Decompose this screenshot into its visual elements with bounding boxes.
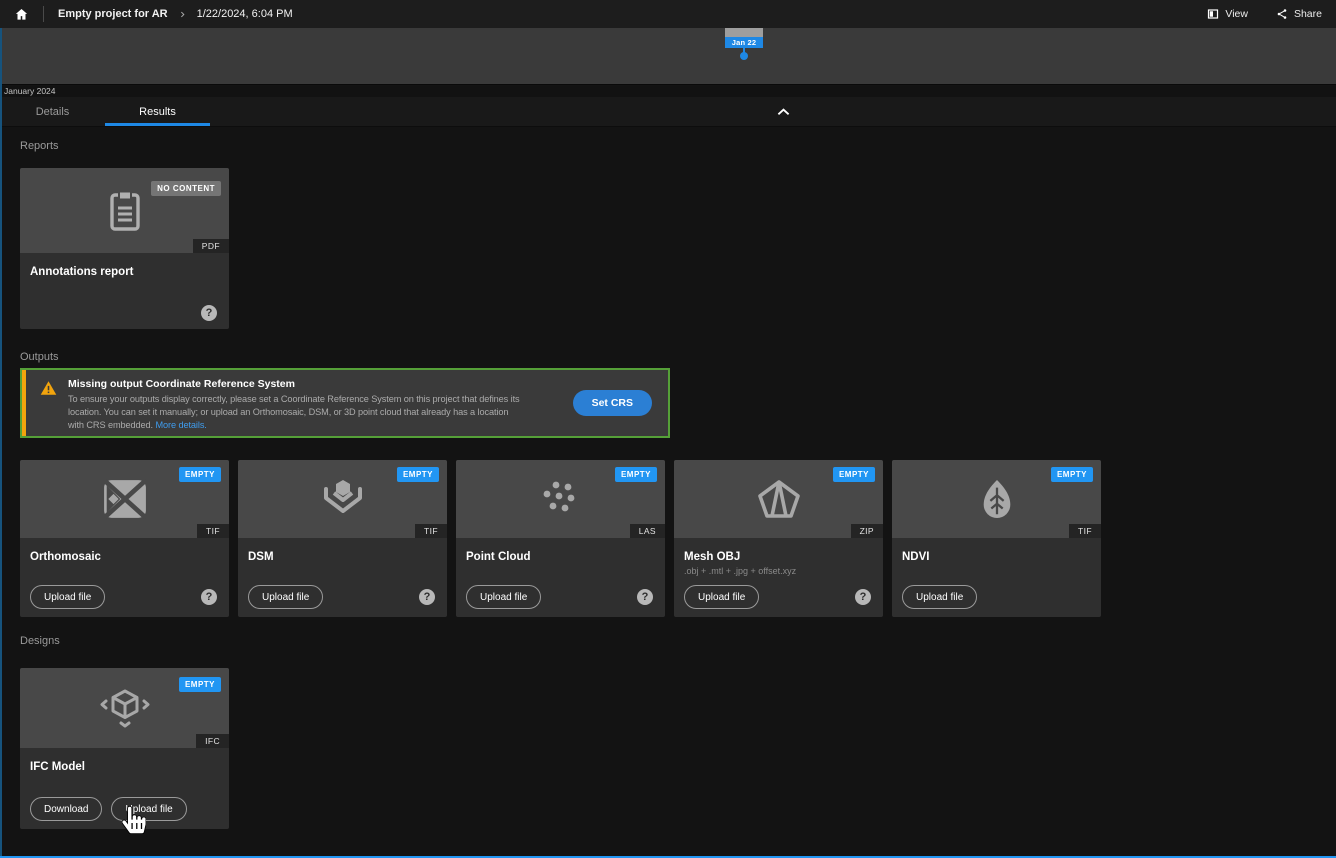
more-details-link[interactable]: More details.	[155, 420, 206, 430]
upload-file-button[interactable]: Upload file	[30, 585, 105, 609]
tab-details[interactable]: Details	[0, 97, 105, 126]
empty-badge: EMPTY	[179, 677, 221, 692]
no-content-badge: NO CONTENT	[151, 181, 221, 196]
tab-bar: Details Results	[0, 97, 1336, 127]
card-thumbnail: EMPTY TIF	[238, 460, 447, 538]
empty-badge: EMPTY	[615, 467, 657, 482]
breadcrumb: Empty project for AR 1/22/2024, 6:04 PM	[14, 6, 293, 22]
point-cloud-icon	[539, 479, 583, 519]
card-thumbnail: EMPTY TIF	[20, 460, 229, 538]
tab-results[interactable]: Results	[105, 97, 210, 126]
view-button[interactable]: View	[1207, 8, 1248, 20]
top-bar: Empty project for AR 1/22/2024, 6:04 PM …	[0, 0, 1336, 28]
divider	[43, 6, 44, 22]
upload-file-button[interactable]: Upload file	[684, 585, 759, 609]
card-title: Mesh OBJ	[684, 551, 873, 563]
chevron-up-icon	[777, 108, 790, 116]
card-thumbnail: EMPTY IFC	[20, 668, 229, 748]
flight-date-badge: Jan 22	[725, 37, 763, 48]
card-thumbnail: EMPTY ZIP	[674, 460, 883, 538]
breadcrumb-date[interactable]: 1/22/2024, 6:04 PM	[197, 8, 293, 20]
warning-text-line2: location. You can set it manually; or up…	[68, 406, 520, 419]
ifc-file-tag: IFC	[196, 734, 229, 748]
empty-badge: EMPTY	[397, 467, 439, 482]
upload-file-button[interactable]: Upload file	[111, 797, 186, 821]
collapse-panel-button[interactable]	[770, 102, 796, 122]
breadcrumb-project[interactable]: Empty project for AR	[58, 8, 168, 20]
help-icon[interactable]: ?	[637, 589, 653, 605]
section-designs-label: Designs	[20, 635, 60, 647]
empty-badge: EMPTY	[179, 467, 221, 482]
card-title: DSM	[248, 551, 437, 563]
card-thumbnail: EMPTY LAS	[456, 460, 665, 538]
view-icon	[1207, 8, 1219, 20]
warning-title: Missing output Coordinate Reference Syst…	[68, 378, 520, 390]
focus-border-left	[0, 28, 2, 858]
help-icon[interactable]: ?	[201, 589, 217, 605]
tif-file-tag: TIF	[1069, 524, 1101, 538]
card-title: IFC Model	[30, 761, 219, 773]
outputs-cards-row: EMPTY TIF Orthomosaic Upload file ? EMPT…	[20, 460, 1101, 617]
month-label: January 2024	[0, 86, 1336, 97]
chevron-right-icon	[178, 10, 187, 19]
help-icon[interactable]: ?	[201, 305, 217, 321]
orthomosaic-icon	[102, 478, 148, 520]
card-orthomosaic[interactable]: EMPTY TIF Orthomosaic Upload file ?	[20, 460, 229, 617]
pdf-file-tag: PDF	[193, 239, 229, 253]
help-icon[interactable]: ?	[419, 589, 435, 605]
annotations-report-card[interactable]: NO CONTENT PDF Annotations report ?	[20, 168, 229, 329]
set-crs-button[interactable]: Set CRS	[573, 390, 652, 416]
card-title: Point Cloud	[466, 551, 655, 563]
report-icon	[105, 189, 145, 233]
timeline-marker-dot[interactable]	[740, 52, 748, 60]
report-card-thumbnail: NO CONTENT PDF	[20, 168, 229, 253]
share-icon	[1276, 8, 1288, 20]
empty-badge: EMPTY	[833, 467, 875, 482]
card-dsm[interactable]: EMPTY TIF DSM Upload file ?	[238, 460, 447, 617]
tif-file-tag: TIF	[415, 524, 447, 538]
crs-warning-banner: Missing output Coordinate Reference Syst…	[20, 368, 670, 438]
upload-file-button[interactable]: Upload file	[248, 585, 323, 609]
share-button[interactable]: Share	[1276, 8, 1322, 20]
las-file-tag: LAS	[630, 524, 665, 538]
empty-badge: EMPTY	[1051, 467, 1093, 482]
warning-icon	[40, 380, 57, 436]
card-point-cloud[interactable]: EMPTY LAS Point Cloud Upload file ?	[456, 460, 665, 617]
upload-file-button[interactable]: Upload file	[902, 585, 977, 609]
tif-file-tag: TIF	[197, 524, 229, 538]
zip-file-tag: ZIP	[851, 524, 883, 538]
mesh-icon	[757, 479, 801, 519]
card-thumbnail: EMPTY TIF	[892, 460, 1101, 538]
card-ifc-model[interactable]: EMPTY IFC IFC Model Download Upload file	[20, 668, 229, 829]
warning-accent-bar	[22, 370, 26, 436]
home-icon[interactable]	[14, 7, 29, 22]
dsm-icon	[320, 478, 366, 520]
mesh-formats-subtitle: .obj + .mtl + .jpg + offset.xyz	[684, 566, 873, 576]
help-icon[interactable]: ?	[855, 589, 871, 605]
card-ndvi[interactable]: EMPTY TIF NDVI Upload file	[892, 460, 1101, 617]
card-mesh-obj[interactable]: EMPTY ZIP Mesh OBJ .obj + .mtl + .jpg + …	[674, 460, 883, 617]
section-outputs-label: Outputs	[20, 351, 59, 363]
card-title: Annotations report	[30, 266, 219, 278]
download-button[interactable]: Download	[30, 797, 102, 821]
ifc-cube-icon	[99, 687, 151, 729]
ndvi-leaf-icon	[978, 478, 1016, 520]
timeline-strip[interactable]	[0, 28, 1336, 85]
warning-text-line3: with CRS embedded. More details.	[68, 419, 520, 432]
card-title: Orthomosaic	[30, 551, 219, 563]
section-reports-label: Reports	[20, 140, 59, 152]
upload-file-button[interactable]: Upload file	[466, 585, 541, 609]
card-title: NDVI	[902, 551, 1091, 563]
warning-text-line1: To ensure your outputs display correctly…	[68, 393, 520, 406]
